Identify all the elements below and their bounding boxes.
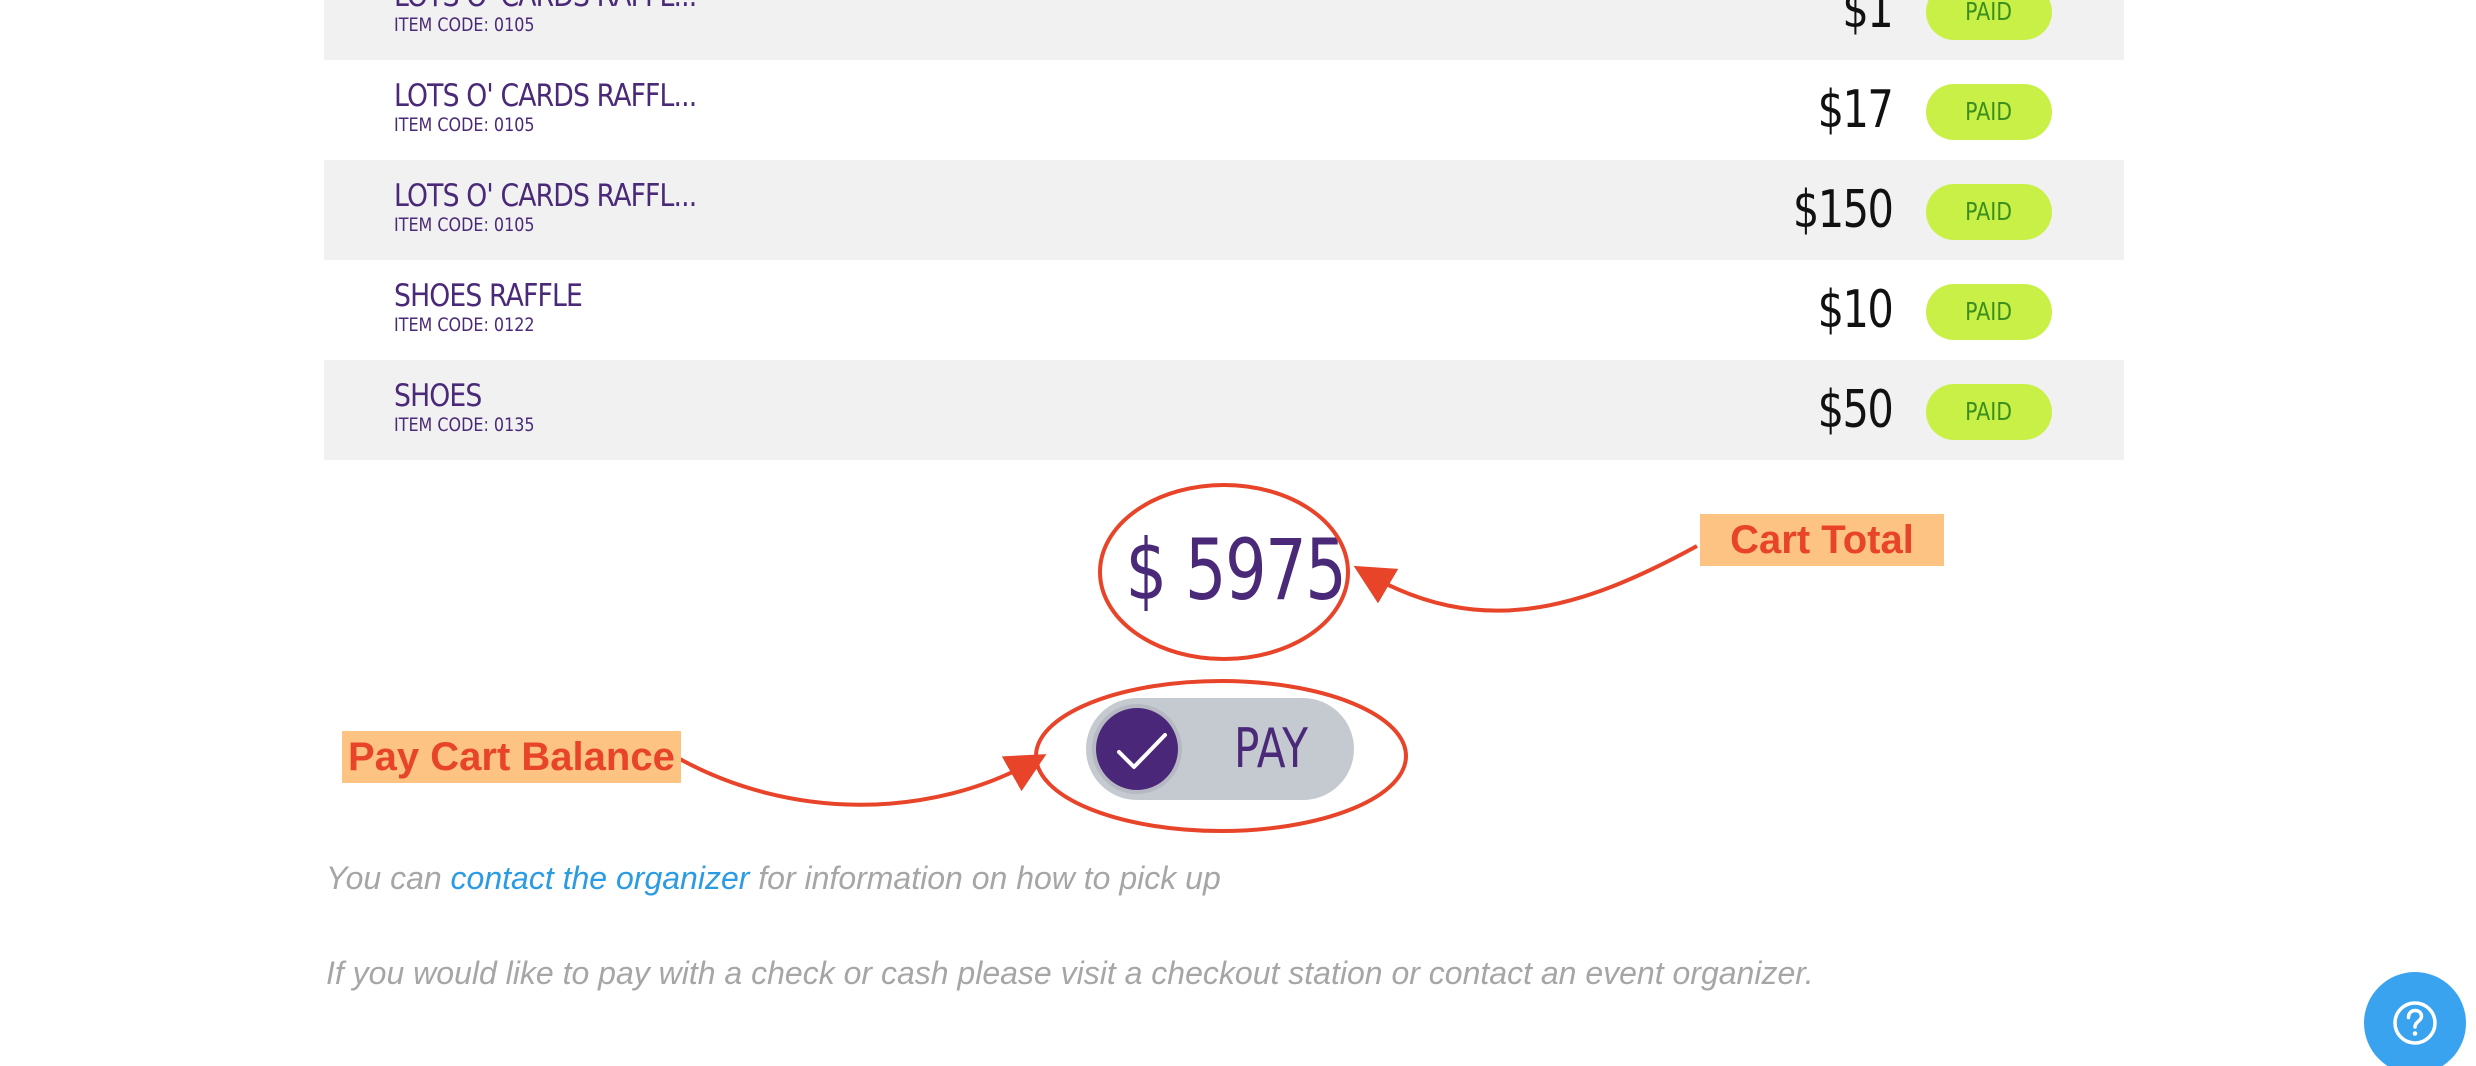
paid-badge: PAID xyxy=(1926,0,2052,40)
pickup-note-prefix: You can xyxy=(326,860,451,896)
item-price: $10 xyxy=(1817,280,1893,340)
paid-badge-label: PAID xyxy=(1965,97,2013,126)
cart-total-amount: $ 5975 xyxy=(1125,521,1347,619)
item-price: $50 xyxy=(1817,380,1893,440)
pay-cart-balance-arrow xyxy=(677,754,1047,807)
item-info: LOTS O' CARDS RAFFL... ITEM CODE: 0105 xyxy=(394,0,746,36)
paid-badge: PAID xyxy=(1926,384,2052,440)
cart-page: LOTS O' CARDS RAFFL... ITEM CODE: 0105 $… xyxy=(0,0,2476,1066)
pay-toggle-label: PAY xyxy=(1234,717,1308,780)
paid-badge: PAID xyxy=(1926,84,2052,140)
cart-item-row: SHOES RAFFLE ITEM CODE: 0122 $10 PAID xyxy=(324,260,2124,360)
paid-badge-label: PAID xyxy=(1965,197,2013,226)
item-code: ITEM CODE: 0105 xyxy=(394,14,535,36)
item-info: LOTS O' CARDS RAFFL... ITEM CODE: 0105 xyxy=(394,78,746,136)
contact-organizer-link[interactable]: contact the organizer xyxy=(451,860,750,896)
pickup-note: You can contact the organizer for inform… xyxy=(326,858,1221,898)
item-name: LOTS O' CARDS RAFFL... xyxy=(394,178,697,214)
item-code: ITEM CODE: 0122 xyxy=(394,314,535,336)
paid-badge: PAID xyxy=(1926,284,2052,340)
item-name: LOTS O' CARDS RAFFL... xyxy=(394,78,697,114)
cart-total-arrow xyxy=(1353,544,1698,613)
paid-badge-label: PAID xyxy=(1965,397,2013,426)
pay-toggle-knob[interactable] xyxy=(1092,704,1182,794)
item-code: ITEM CODE: 0135 xyxy=(394,414,535,436)
cart-total-callout: Cart Total xyxy=(1700,514,1944,566)
check-icon xyxy=(1117,733,1167,769)
item-code: ITEM CODE: 0105 xyxy=(394,214,535,236)
item-price: $17 xyxy=(1817,80,1893,140)
item-name: SHOES RAFFLE xyxy=(394,278,583,314)
cart-item-row: LOTS O' CARDS RAFFL... ITEM CODE: 0105 $… xyxy=(324,160,2124,260)
pickup-note-suffix: for information on how to pick up xyxy=(749,860,1221,896)
cart-item-row: LOTS O' CARDS RAFFL... ITEM CODE: 0105 $… xyxy=(324,0,2124,60)
item-price: $1 xyxy=(1842,0,1893,40)
question-mark-icon xyxy=(2393,1001,2437,1045)
cart-item-list: LOTS O' CARDS RAFFL... ITEM CODE: 0105 $… xyxy=(324,0,2124,460)
item-price: $150 xyxy=(1792,180,1894,240)
pay-cart-balance-callout: Pay Cart Balance xyxy=(342,731,681,783)
help-button[interactable] xyxy=(2364,972,2466,1066)
item-name: LOTS O' CARDS RAFFL... xyxy=(394,0,697,14)
cart-item-row: LOTS O' CARDS RAFFL... ITEM CODE: 0105 $… xyxy=(324,60,2124,160)
cart-item-row: SHOES ITEM CODE: 0135 $50 PAID xyxy=(324,360,2124,460)
item-info: LOTS O' CARDS RAFFL... ITEM CODE: 0105 xyxy=(394,178,746,236)
item-info: SHOES RAFFLE ITEM CODE: 0122 xyxy=(394,278,613,336)
paid-badge-label: PAID xyxy=(1965,297,2013,326)
paid-badge-label: PAID xyxy=(1965,0,2013,26)
pay-toggle[interactable]: PAY xyxy=(1086,698,1354,800)
item-code: ITEM CODE: 0105 xyxy=(394,114,535,136)
payment-note: If you would like to pay with a check or… xyxy=(326,955,1814,991)
item-name: SHOES xyxy=(394,378,482,414)
item-info: SHOES ITEM CODE: 0135 xyxy=(394,378,561,436)
paid-badge: PAID xyxy=(1926,184,2052,240)
